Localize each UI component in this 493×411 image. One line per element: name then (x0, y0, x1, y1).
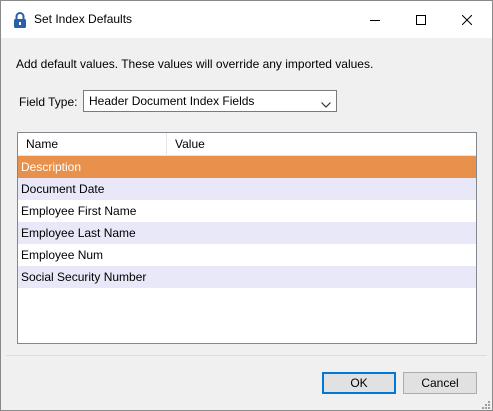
dialog-window: Set Index Defaults Add default values. T… (0, 0, 493, 411)
table-row[interactable]: Employee First Name (18, 200, 476, 222)
lock-icon (13, 11, 27, 29)
title-bar[interactable]: Set Index Defaults (1, 1, 492, 38)
close-icon (462, 14, 472, 25)
row-name-cell: Employee Last Name (21, 226, 136, 240)
maximize-icon (416, 14, 426, 25)
close-button[interactable] (444, 1, 490, 38)
row-name-cell: Employee First Name (21, 204, 137, 218)
info-text: Add default values. These values will ov… (16, 57, 374, 71)
column-header-value[interactable]: Value (168, 133, 476, 155)
grid-header: Name Value (18, 133, 476, 156)
chevron-down-icon (321, 97, 331, 111)
row-name-cell: Social Security Number (21, 270, 147, 284)
field-type-label: Field Type: (19, 95, 78, 109)
index-fields-grid[interactable]: Name Value Description Document Date Emp… (17, 132, 477, 344)
minimize-button[interactable] (352, 1, 398, 38)
footer-divider (6, 355, 487, 356)
field-type-value: Header Document Index Fields (89, 94, 255, 108)
table-row[interactable]: Social Security Number (18, 266, 476, 288)
field-type-select[interactable]: Header Document Index Fields (83, 90, 337, 112)
row-name-cell: Employee Num (21, 248, 104, 262)
grid-rows: Description Document Date Employee First… (18, 156, 476, 288)
ok-button[interactable]: OK (322, 372, 396, 394)
table-row[interactable]: Description (18, 156, 476, 178)
table-row[interactable]: Document Date (18, 178, 476, 200)
window-title: Set Index Defaults (34, 12, 133, 26)
column-header-name[interactable]: Name (18, 133, 167, 155)
row-name-cell: Description (21, 160, 82, 174)
table-row[interactable]: Employee Last Name (18, 222, 476, 244)
maximize-button[interactable] (398, 1, 444, 38)
minimize-icon (370, 15, 380, 25)
cancel-button[interactable]: Cancel (403, 372, 477, 394)
table-row[interactable]: Employee Num (18, 244, 476, 266)
row-name-cell: Document Date (21, 182, 105, 196)
dialog-content: Add default values. These values will ov… (1, 38, 492, 410)
resize-grip-icon[interactable] (480, 398, 490, 409)
